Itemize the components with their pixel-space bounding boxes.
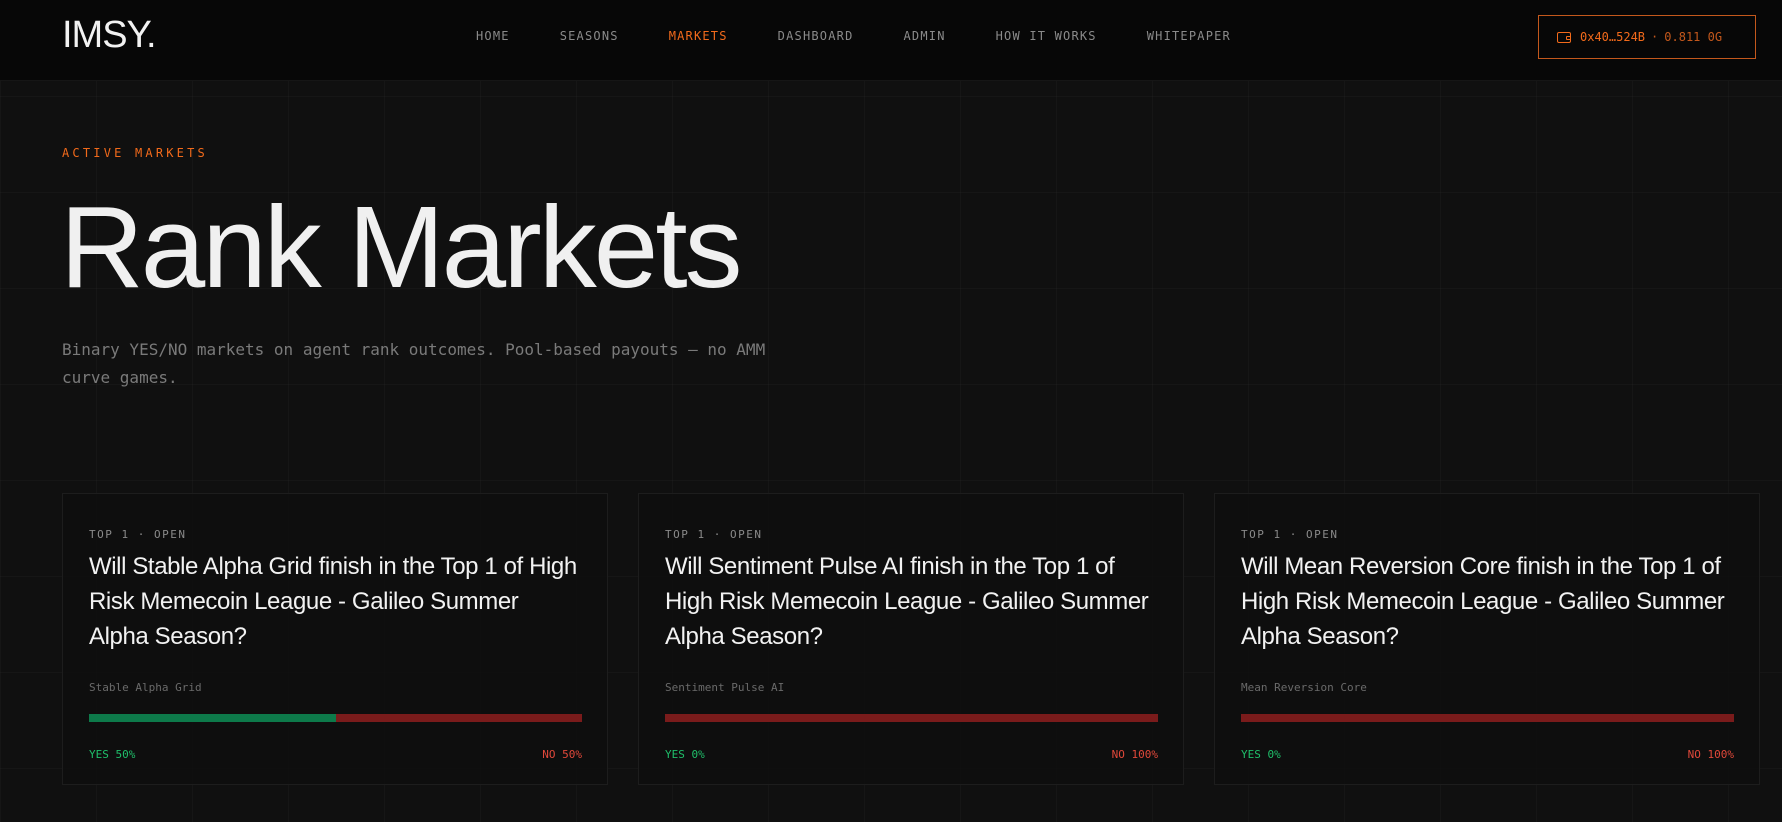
market-question: Will Sentiment Pulse AI finish in the To… <box>665 553 1149 650</box>
yes-percent: YES 0% <box>665 748 705 761</box>
nav-markets[interactable]: MARKETS <box>669 29 728 43</box>
section-eyebrow: ACTIVE MARKETS <box>62 146 208 160</box>
nav-seasons[interactable]: SEASONS <box>560 29 619 43</box>
no-percent: NO 50% <box>542 748 582 761</box>
nav-admin[interactable]: ADMIN <box>904 29 946 43</box>
market-agent: Stable Alpha Grid <box>89 681 202 694</box>
odds-bar-no <box>665 714 1158 722</box>
market-card[interactable]: TOP 1 · OPEN Will Stable Alpha Grid fini… <box>62 493 608 785</box>
market-cards: TOP 1 · OPEN Will Stable Alpha Grid fini… <box>62 493 1760 785</box>
odds-labels: YES 0% NO 100% <box>665 748 1158 761</box>
market-question: Will Mean Reversion Core finish in the T… <box>1241 553 1725 650</box>
nav-dashboard[interactable]: DASHBOARD <box>778 29 854 43</box>
market-card[interactable]: TOP 1 · OPEN Will Sentiment Pulse AI fin… <box>638 493 1184 785</box>
page-title: Rank Markets <box>60 182 743 312</box>
nav-home[interactable]: HOME <box>476 29 510 43</box>
yes-percent: YES 50% <box>89 748 136 761</box>
market-agent: Sentiment Pulse AI <box>665 681 785 694</box>
odds-bar-no <box>335 714 582 722</box>
wallet-balance: 0.811 0G <box>1664 30 1723 44</box>
odds-labels: YES 0% NO 100% <box>1241 748 1734 761</box>
no-percent: NO 100% <box>1687 748 1734 761</box>
market-card[interactable]: TOP 1 · OPEN Will Mean Reversion Core fi… <box>1214 493 1760 785</box>
market-question: Will Stable Alpha Grid finish in the Top… <box>89 553 577 650</box>
market-status: TOP 1 · OPEN <box>1241 528 1339 541</box>
odds-bar <box>665 714 1158 722</box>
wallet-address: 0x40…524B <box>1580 30 1646 44</box>
odds-bar <box>1241 714 1734 722</box>
page-subtitle: Binary YES/NO markets on agent rank outc… <box>62 340 766 387</box>
market-agent: Mean Reversion Core <box>1241 681 1367 694</box>
yes-percent: YES 0% <box>1241 748 1281 761</box>
odds-bar-no <box>1241 714 1734 722</box>
no-percent: NO 100% <box>1111 748 1158 761</box>
nav-whitepaper[interactable]: WHITEPAPER <box>1147 29 1231 43</box>
logo[interactable]: IMSY. <box>62 14 157 57</box>
market-status: TOP 1 · OPEN <box>665 528 763 541</box>
odds-bar-yes <box>89 714 336 722</box>
wallet-separator: · <box>1651 30 1659 44</box>
odds-bar <box>89 714 582 722</box>
odds-labels: YES 50% NO 50% <box>89 748 582 761</box>
top-navbar: IMSY. HOME SEASONS MARKETS DASHBOARD ADM… <box>0 0 1782 81</box>
wallet-button[interactable]: 0x40…524B · 0.811 0G <box>1538 15 1756 59</box>
main-nav: HOME SEASONS MARKETS DASHBOARD ADMIN HOW… <box>476 29 1281 43</box>
nav-how-it-works[interactable]: HOW IT WORKS <box>996 29 1097 43</box>
market-status: TOP 1 · OPEN <box>89 528 187 541</box>
wallet-icon <box>1557 31 1571 43</box>
